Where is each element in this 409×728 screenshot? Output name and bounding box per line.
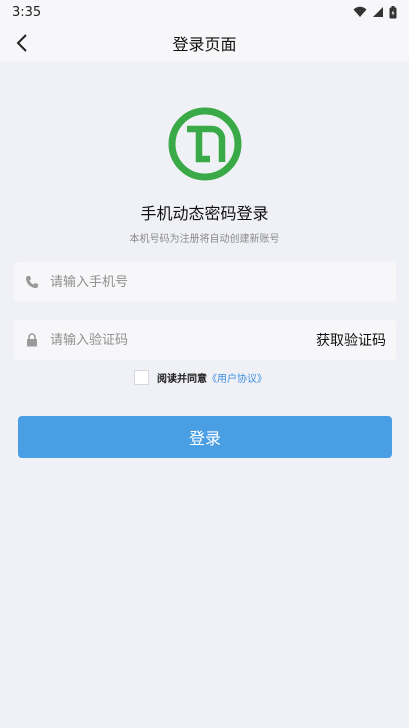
nav-bar: 登录页面: [0, 24, 409, 62]
code-input[interactable]: [48, 331, 316, 349]
login-button[interactable]: 登录: [18, 416, 392, 458]
code-field: 获取验证码: [14, 320, 396, 360]
wifi-icon: [353, 6, 367, 17]
back-button[interactable]: [10, 31, 34, 55]
page-title: 登录页面: [172, 35, 237, 54]
signal-icon: [373, 7, 383, 17]
status-bar: 3:35: [0, 0, 409, 24]
phone-input[interactable]: [48, 273, 396, 291]
agreement-checkbox[interactable]: [134, 370, 149, 385]
phone-icon: [24, 274, 40, 290]
status-icons: [353, 5, 397, 19]
get-code-button[interactable]: 获取验证码: [316, 330, 396, 350]
login-heading: 手机动态密码登录: [140, 204, 269, 223]
lock-icon: [24, 332, 40, 348]
status-time: 3:35: [12, 4, 42, 20]
agreement-row: 阅读并同意 《用户协议》: [134, 369, 267, 386]
phone-field: [14, 262, 396, 302]
battery-icon: [389, 5, 397, 18]
chevron-left-icon: [16, 34, 27, 52]
app-logo: [168, 107, 242, 181]
agreement-text: 阅读并同意: [157, 374, 207, 385]
user-agreement-link[interactable]: 《用户协议》: [207, 370, 267, 385]
login-subheading: 本机号码为注册将自动创建新账号: [129, 234, 280, 245]
